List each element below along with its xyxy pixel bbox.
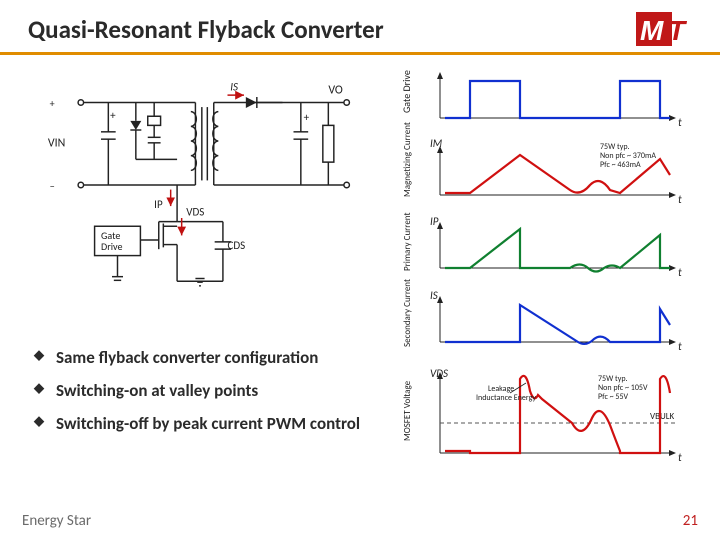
waveform-timing-diagram: Gate Drive t Magnetizing Current IM t 75… <box>400 55 690 485</box>
bullet-item: Same flyback converter configuration <box>34 347 394 368</box>
svg-text:+: + <box>304 111 310 124</box>
svg-text:t: t <box>678 116 682 129</box>
svg-text:t: t <box>678 340 682 353</box>
label-vds: VDS <box>186 205 204 218</box>
svg-text:+: + <box>110 109 116 122</box>
svg-text:+: + <box>50 97 55 110</box>
svg-text:Pfc ~ 463mA: Pfc ~ 463mA <box>600 160 641 170</box>
svg-text:Inductance Energy: Inductance Energy <box>476 393 536 403</box>
svg-text:t: t <box>678 266 682 279</box>
circuit-schematic: + − VIN + <box>30 75 370 295</box>
label-ip: IP <box>154 198 163 211</box>
logo-letter-t: T <box>668 15 688 46</box>
svg-text:Gate Drive: Gate Drive <box>400 70 413 113</box>
svg-text:Pfc ~ 55V: Pfc ~ 55V <box>598 392 629 402</box>
svg-text:Secondary Current: Secondary Current <box>402 279 413 347</box>
svg-text:t: t <box>678 193 682 206</box>
svg-text:VDS: VDS <box>430 367 448 380</box>
label-is: IS <box>230 81 238 94</box>
page-title: Quasi-Resonant Flyback Converter <box>28 14 384 45</box>
label-cds: CDS <box>228 239 246 252</box>
page-number: 21 <box>683 512 698 530</box>
svg-text:IS: IS <box>430 289 438 302</box>
bullet-item: Switching-on at valley points <box>34 380 394 401</box>
svg-text:Primary Current: Primary Current <box>402 213 413 271</box>
logo-letter-m: M <box>640 15 664 46</box>
logo-icon: M T <box>636 12 692 46</box>
footer-text: Energy Star <box>22 512 91 530</box>
bullet-list: Same flyback converter configuration Swi… <box>34 335 394 446</box>
label-vo: VO <box>328 83 343 97</box>
svg-text:IP: IP <box>430 215 439 228</box>
svg-text:MOSFET Voltage: MOSFET Voltage <box>402 380 413 441</box>
svg-text:VBULK: VBULK <box>650 411 675 422</box>
svg-text:t: t <box>678 451 682 464</box>
svg-text:Drive: Drive <box>101 240 123 253</box>
svg-text:−: − <box>50 180 55 193</box>
label-vin: VIN <box>48 137 65 151</box>
svg-text:Magnetizing Current: Magnetizing Current <box>402 122 413 197</box>
bullet-item: Switching-off by peak current PWM contro… <box>34 413 394 434</box>
svg-text:IM: IM <box>430 137 443 150</box>
